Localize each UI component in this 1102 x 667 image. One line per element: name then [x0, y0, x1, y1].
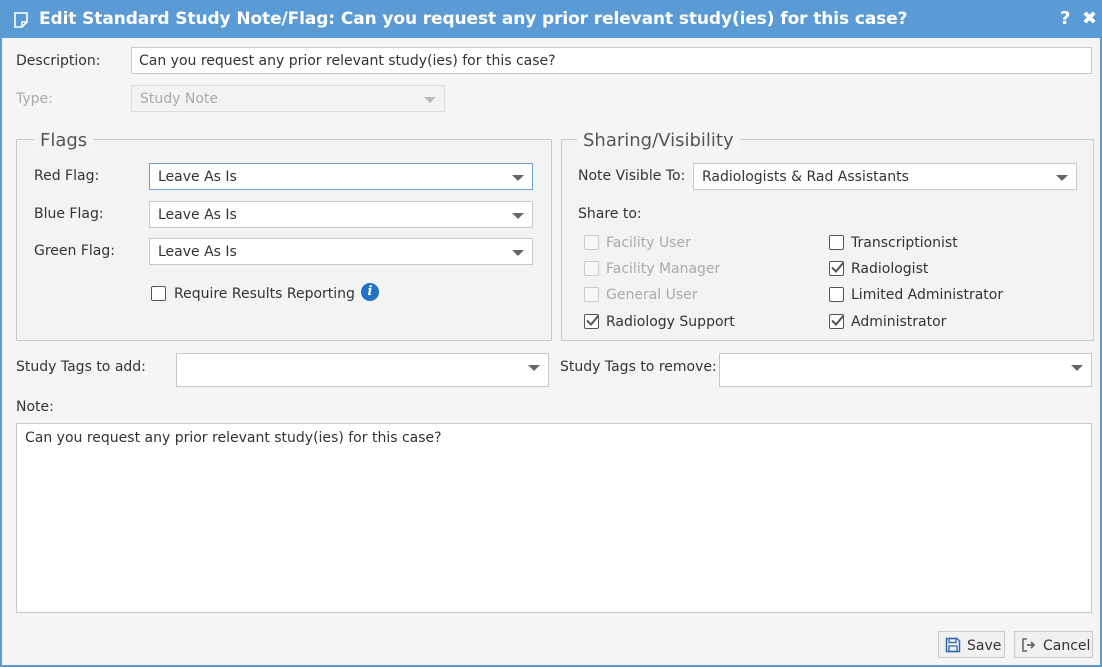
transcriptionist-checkbox[interactable] — [829, 235, 844, 250]
visible-to-select[interactable]: Radiologists & Rad Assistants — [693, 163, 1077, 190]
type-select: Study Note — [131, 85, 445, 112]
description-input[interactable]: Can you request any prior relevant study… — [131, 47, 1092, 74]
visible-to-value: Radiologists & Rad Assistants — [702, 169, 909, 185]
sharing-legend: Sharing/Visibility — [577, 130, 740, 151]
sign-out-icon — [1022, 638, 1036, 652]
flags-legend: Flags — [34, 130, 94, 151]
blue-flag-value: Leave As Is — [158, 207, 237, 223]
checkmark-icon — [586, 314, 600, 326]
red-flag-label: Red Flag: — [34, 168, 100, 184]
cancel-label: Cancel — [1043, 638, 1091, 654]
radiologist-checkbox[interactable] — [829, 261, 845, 276]
administrator-checkbox[interactable] — [829, 314, 845, 329]
dialog-title: Edit Standard Study Note/Flag: Can you r… — [39, 9, 908, 29]
chevron-down-icon — [424, 97, 436, 103]
green-flag-select[interactable]: Leave As Is — [149, 238, 533, 265]
facility-user-label: Facility User — [606, 235, 691, 251]
require-results-label: Require Results Reporting — [174, 286, 355, 302]
facility-manager-label: Facility Manager — [606, 261, 721, 277]
tags-remove-select[interactable] — [719, 353, 1092, 387]
chevron-down-icon — [1056, 175, 1068, 181]
edit-note-dialog: Edit Standard Study Note/Flag: Can you r… — [0, 0, 1102, 667]
radiologist-label: Radiologist — [851, 261, 929, 277]
checkmark-icon — [831, 314, 845, 326]
blue-flag-label: Blue Flag: — [34, 206, 104, 222]
save-button[interactable]: Save — [938, 631, 1005, 658]
checkmark-icon — [831, 261, 845, 273]
share-to-label: Share to: — [578, 206, 642, 222]
chevron-down-icon — [512, 175, 524, 181]
note-icon — [14, 12, 28, 28]
info-icon[interactable]: i — [361, 283, 379, 301]
save-icon — [945, 637, 961, 653]
blue-flag-select[interactable]: Leave As Is — [149, 201, 533, 228]
chevron-down-icon — [512, 250, 524, 256]
green-flag-value: Leave As Is — [158, 244, 237, 260]
cancel-button[interactable]: Cancel — [1014, 631, 1093, 658]
radiology-support-label: Radiology Support — [606, 314, 735, 330]
chevron-down-icon — [512, 213, 524, 219]
facility-user-checkbox — [584, 235, 599, 250]
note-textarea[interactable]: Can you request any prior relevant study… — [16, 423, 1092, 613]
general-user-label: General User — [606, 287, 698, 303]
tags-remove-label: Study Tags to remove: — [560, 359, 717, 375]
limited-administrator-checkbox[interactable] — [829, 287, 844, 302]
type-select-value: Study Note — [140, 91, 219, 107]
red-flag-select[interactable]: Leave As Is — [149, 163, 533, 190]
green-flag-label: Green Flag: — [34, 243, 115, 259]
chevron-down-icon — [1071, 365, 1083, 371]
tags-add-label: Study Tags to add: — [16, 359, 146, 375]
radiology-support-checkbox[interactable] — [584, 314, 600, 329]
visible-to-label: Note Visible To: — [578, 168, 686, 184]
require-results-checkbox[interactable] — [151, 286, 166, 301]
type-label: Type: — [16, 91, 53, 107]
chevron-down-icon — [528, 365, 540, 371]
note-label: Note: — [16, 399, 54, 415]
transcriptionist-label: Transcriptionist — [851, 235, 958, 251]
title-bar[interactable]: Edit Standard Study Note/Flag: Can you r… — [2, 0, 1102, 38]
save-label: Save — [967, 638, 1002, 654]
facility-manager-checkbox — [584, 261, 599, 276]
tags-add-select[interactable] — [176, 353, 549, 387]
red-flag-value: Leave As Is — [158, 169, 237, 185]
administrator-label: Administrator — [851, 314, 947, 330]
close-icon[interactable]: ✖ — [1082, 8, 1097, 29]
help-icon[interactable]: ? — [1060, 8, 1070, 29]
general-user-checkbox — [584, 287, 599, 302]
description-label: Description: — [16, 53, 101, 69]
limited-administrator-label: Limited Administrator — [851, 287, 1004, 303]
